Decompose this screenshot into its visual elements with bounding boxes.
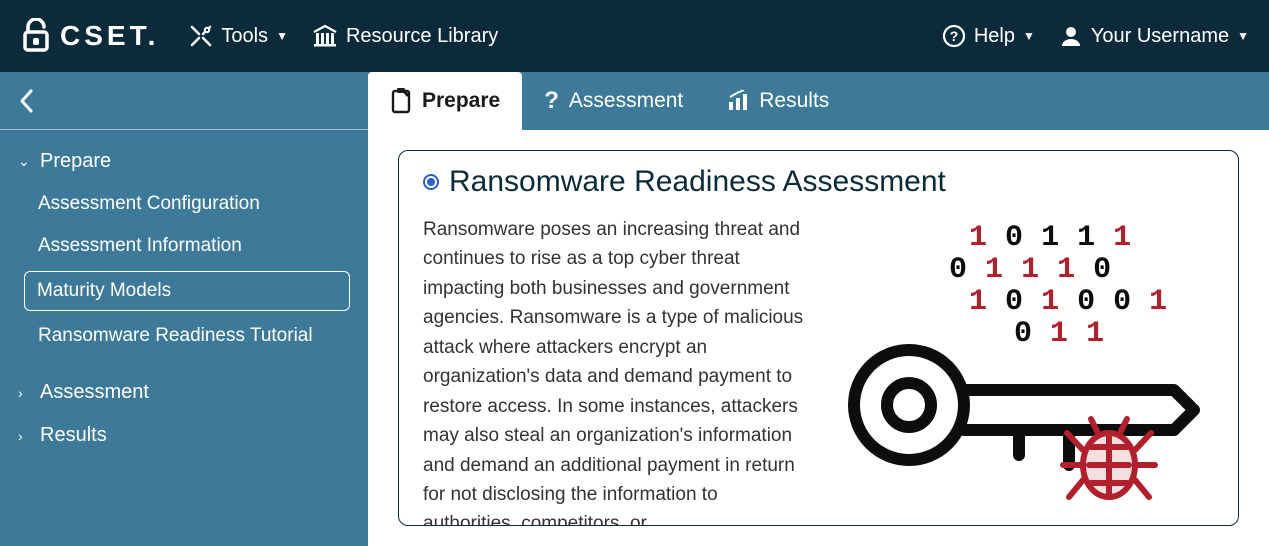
sidebar-group-label: Prepare — [40, 150, 111, 173]
sidebar-item-ransomware-tutorial[interactable]: Ransomware Readiness Tutorial — [0, 315, 368, 357]
tools-icon — [189, 24, 213, 48]
chevron-right-icon: › — [18, 428, 32, 444]
svg-text:1 0 1 1 1: 1 0 1 1 1 — [969, 221, 1131, 255]
brand-text: CSET. — [60, 20, 159, 52]
tab-assessment[interactable]: ? Assessment — [522, 72, 705, 130]
svg-text:0 1 1 1 0: 0 1 1 1 0 — [949, 253, 1111, 287]
card-description: Ransomware poses an increasing threat an… — [423, 215, 814, 526]
ransomware-illustration: 1 0 1 1 1 0 1 1 1 0 1 0 1 0 0 1 0 1 1 — [834, 215, 1214, 526]
maturity-model-card: Ransomware Readiness Assessment Ransomwa… — [398, 150, 1239, 526]
sidebar-item-maturity-models[interactable]: Maturity Models — [24, 271, 350, 311]
sidebar-item-assessment-information[interactable]: Assessment Information — [0, 225, 368, 267]
radio-selected-icon[interactable] — [423, 174, 439, 190]
caret-down-icon: ▼ — [276, 29, 288, 43]
resource-library-link[interactable]: Resource Library — [312, 24, 498, 48]
username-label: Your Username — [1091, 25, 1229, 48]
tab-label: Results — [759, 89, 829, 113]
tab-prepare[interactable]: Prepare — [368, 72, 522, 130]
library-icon — [312, 24, 338, 48]
clipboard-icon — [390, 88, 412, 114]
svg-text:?: ? — [950, 28, 959, 44]
caret-down-icon: ▼ — [1023, 29, 1035, 43]
question-icon: ? — [544, 87, 559, 115]
content-area: Prepare ? Assessment Results Ra — [368, 72, 1269, 546]
sidebar-group-results[interactable]: › Results — [0, 414, 368, 457]
help-menu[interactable]: ? Help ▼ — [942, 24, 1035, 48]
chart-icon — [727, 90, 749, 112]
chevron-left-icon — [18, 88, 36, 114]
tab-label: Assessment — [569, 89, 683, 113]
brand-logo[interactable]: CSET. — [20, 18, 159, 54]
card-title: Ransomware Readiness Assessment — [449, 165, 946, 199]
sidebar-group-label: Results — [40, 424, 107, 447]
sidebar: ⌄ Prepare Assessment Configuration Asses… — [0, 72, 368, 546]
svg-text:0 1 1: 0 1 1 — [1014, 317, 1104, 351]
top-navbar: CSET. Tools ▼ Resource Library ? Help ▼ — [0, 0, 1269, 72]
tab-results[interactable]: Results — [705, 72, 851, 130]
chevron-right-icon: › — [18, 385, 32, 401]
user-menu[interactable]: Your Username ▼ — [1059, 24, 1249, 48]
tools-label: Tools — [221, 25, 268, 48]
svg-text:1 0 1 0 0 1: 1 0 1 0 0 1 — [969, 285, 1167, 319]
user-icon — [1059, 24, 1083, 48]
sidebar-group-label: Assessment — [40, 381, 149, 404]
sidebar-group-assessment[interactable]: › Assessment — [0, 371, 368, 414]
help-icon: ? — [942, 24, 966, 48]
chevron-down-icon: ⌄ — [18, 153, 32, 170]
help-label: Help — [974, 25, 1015, 48]
sidebar-collapse-button[interactable] — [0, 72, 368, 130]
resource-library-label: Resource Library — [346, 25, 498, 48]
sidebar-group-prepare[interactable]: ⌄ Prepare — [0, 140, 368, 183]
sidebar-item-assessment-configuration[interactable]: Assessment Configuration — [0, 183, 368, 225]
tab-bar: Prepare ? Assessment Results — [368, 72, 1269, 130]
lock-icon — [20, 18, 52, 54]
tab-label: Prepare — [422, 89, 500, 113]
tools-menu[interactable]: Tools ▼ — [189, 24, 288, 48]
card-title-row: Ransomware Readiness Assessment — [423, 165, 1214, 199]
caret-down-icon: ▼ — [1237, 29, 1249, 43]
